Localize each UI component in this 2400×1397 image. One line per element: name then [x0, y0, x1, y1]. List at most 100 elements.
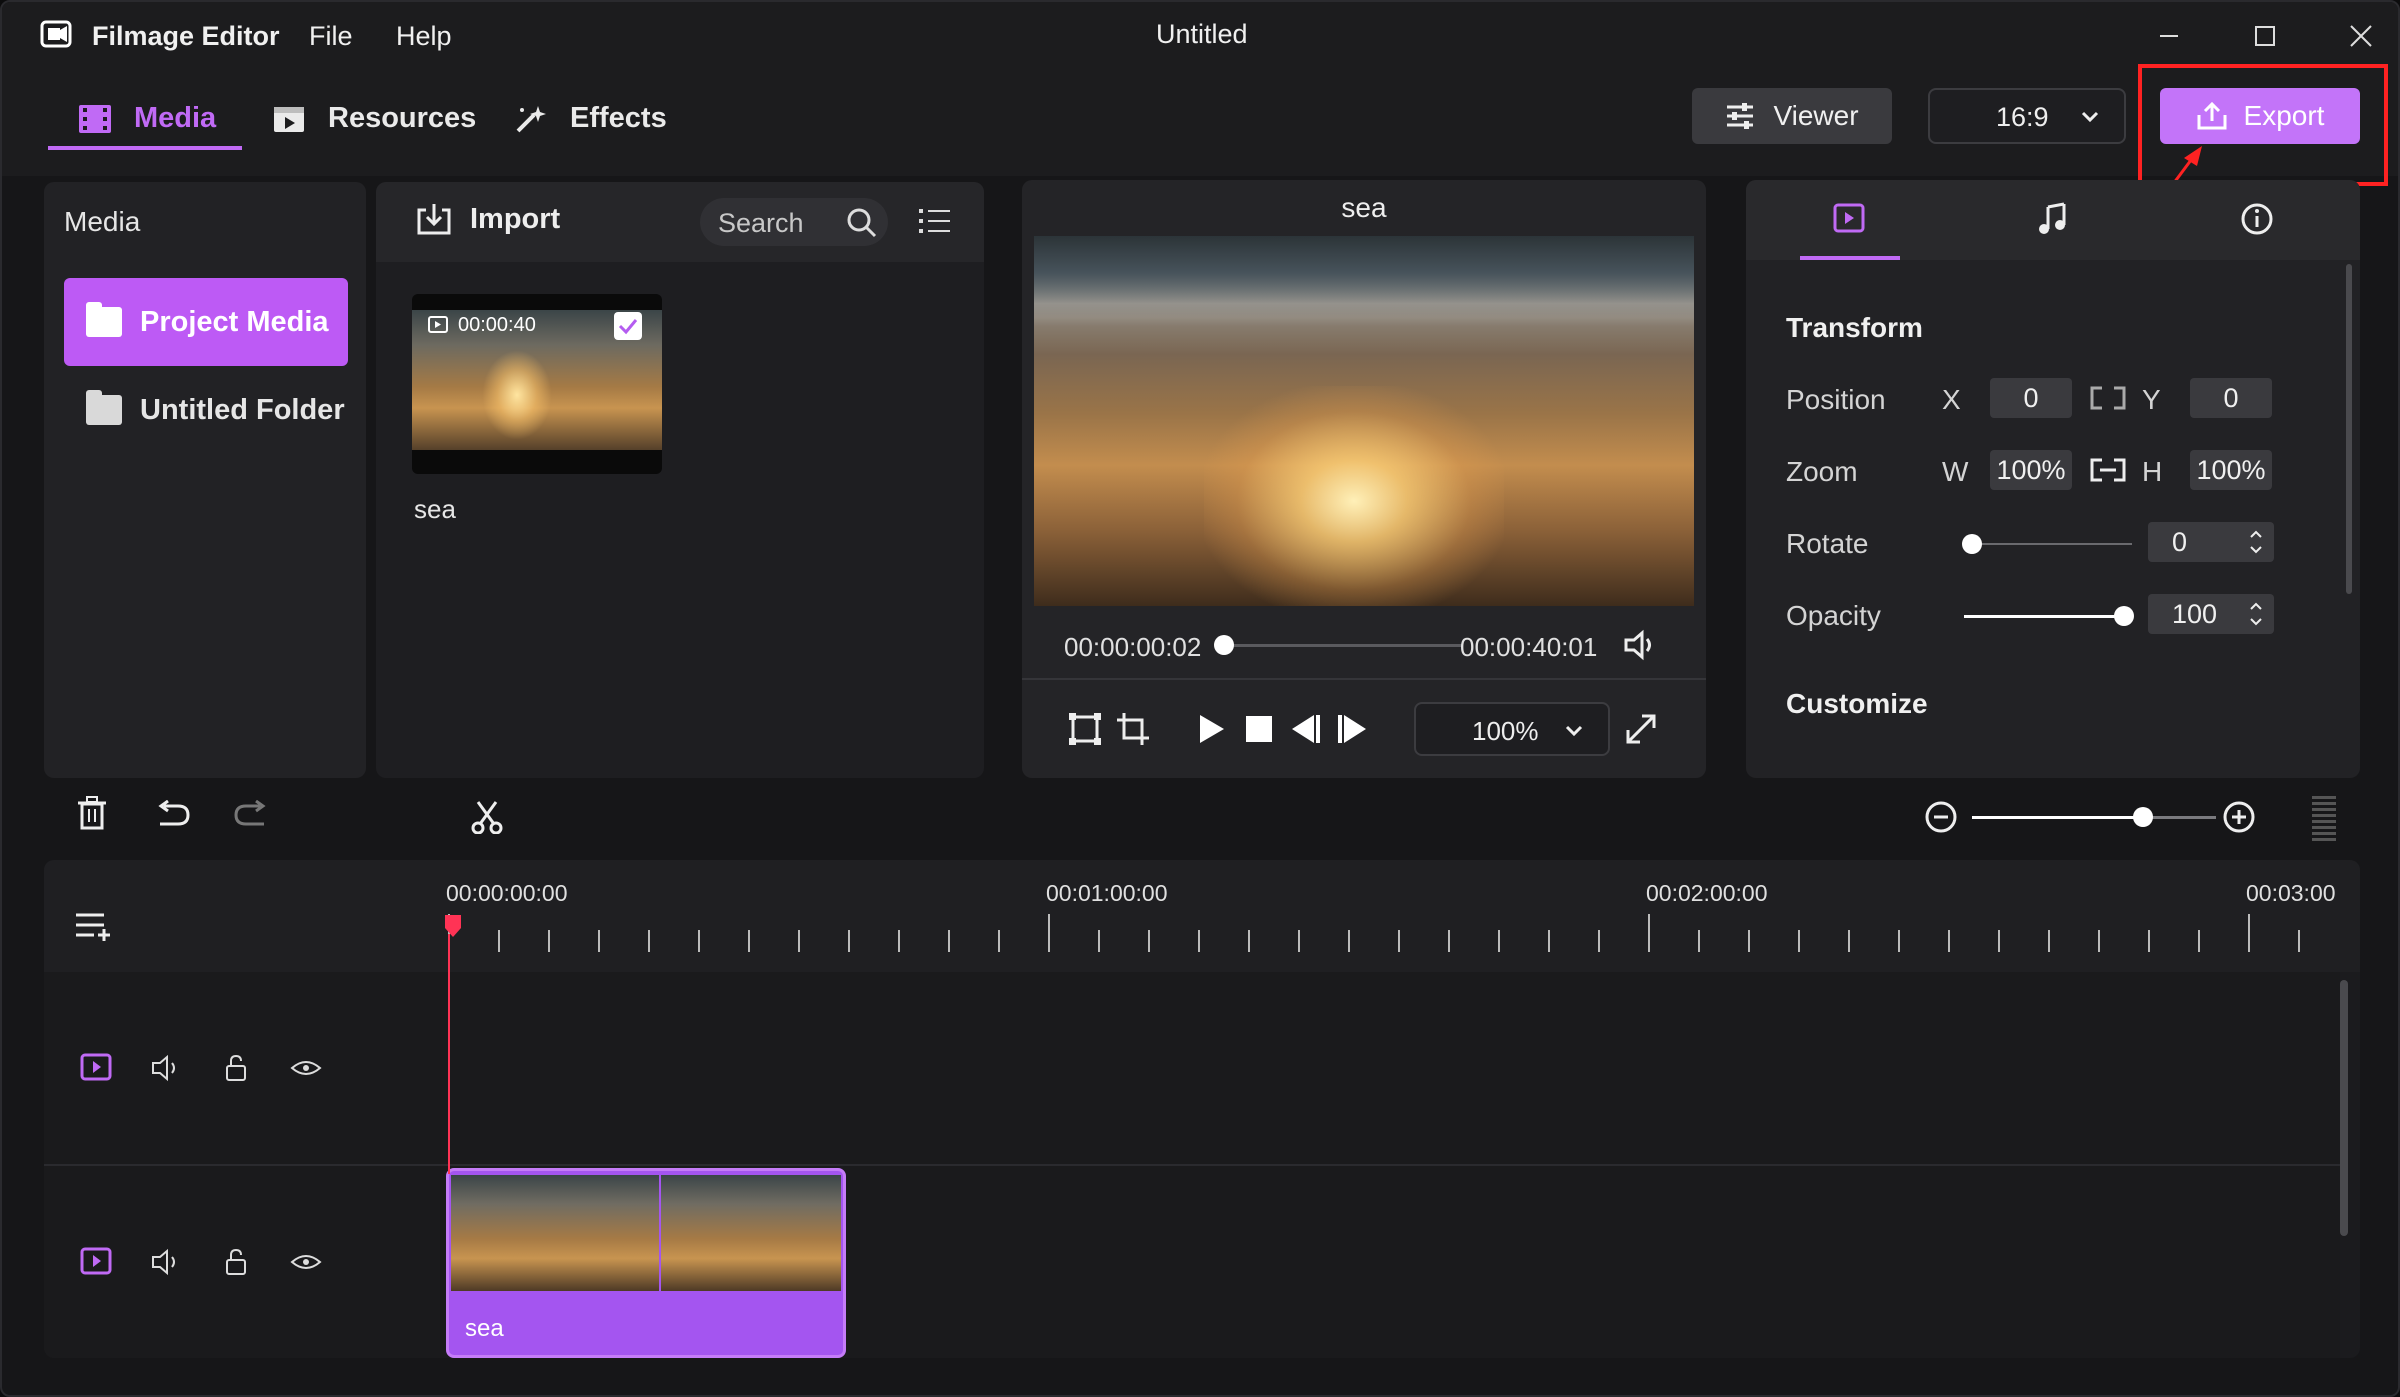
audio-toggle-icon[interactable] — [150, 1052, 182, 1084]
aspect-ratio-select[interactable]: 16:9 — [1928, 88, 2126, 144]
rotate-slider-knob[interactable] — [1962, 534, 1982, 554]
opacity-value: 100 — [2172, 598, 2218, 629]
previous-frame-icon[interactable] — [1288, 712, 1322, 746]
ruler-tick — [548, 930, 550, 952]
timeline-panel: 00:00:00:00 00:01:00:00 00:02:00:00 00:0… — [44, 860, 2360, 1358]
zoom-in-icon[interactable] — [2222, 800, 2256, 834]
tab-media[interactable]: Media — [78, 102, 216, 135]
opacity-input[interactable]: 100 — [2148, 594, 2274, 634]
lock-icon[interactable] — [220, 1246, 252, 1278]
video-properties-tab-icon[interactable] — [1832, 202, 1866, 234]
sidebar-item-untitled-folder[interactable]: Untitled Folder — [64, 366, 348, 454]
sidebar-title: Media — [64, 206, 141, 237]
info-icon[interactable] — [2240, 202, 2274, 236]
preview-zoom-select[interactable]: 100% — [1414, 702, 1610, 756]
ruler-tick — [948, 930, 950, 952]
scissors-icon[interactable] — [470, 800, 504, 834]
zoom-w-input[interactable]: 100% — [1990, 450, 2072, 490]
play-icon[interactable] — [1194, 712, 1228, 746]
delete-icon[interactable] — [76, 796, 108, 830]
volume-icon[interactable] — [1622, 628, 1658, 662]
sidebar-item-label: Project Media — [140, 305, 329, 338]
resize-grip-icon[interactable] — [2312, 796, 2336, 842]
minimize-icon — [2160, 35, 2178, 37]
timeline-scrollbar[interactable] — [2340, 980, 2348, 1236]
current-time: 00:00:00:02 — [1064, 632, 1202, 662]
timeline-zoom-slider[interactable] — [1972, 807, 2216, 827]
maximize-button[interactable] — [2234, 16, 2294, 56]
rotate-slider[interactable] — [1962, 534, 2132, 554]
redo-icon[interactable] — [234, 800, 270, 828]
film-icon — [79, 104, 111, 133]
timeline-ruler[interactable] — [44, 912, 2360, 952]
tab-effects[interactable]: Effects — [514, 102, 667, 135]
preview-video[interactable] — [1034, 236, 1694, 606]
stop-icon[interactable] — [1244, 714, 1274, 744]
app-logo-icon — [40, 20, 72, 48]
selected-checkbox[interactable] — [614, 312, 642, 340]
ruler-tick — [898, 930, 900, 952]
ruler-tick — [598, 930, 600, 952]
ruler-tick — [1548, 930, 1550, 952]
position-y-label: Y — [2142, 384, 2161, 415]
audio-toggle-icon[interactable] — [150, 1246, 182, 1278]
video-track-icon[interactable] — [80, 1246, 112, 1278]
crop-icon[interactable] — [1116, 712, 1150, 746]
ruler-tick — [1098, 930, 1100, 952]
eye-icon[interactable] — [290, 1052, 322, 1084]
music-note-icon[interactable] — [2036, 202, 2070, 236]
transform-heading: Transform — [1786, 312, 1923, 343]
fullscreen-icon[interactable] — [1624, 712, 1658, 746]
search-input[interactable]: Search — [700, 198, 888, 246]
stepper-icon[interactable] — [2248, 598, 2264, 630]
search-icon — [847, 208, 877, 238]
position-label: Position — [1786, 384, 1886, 415]
timeline-zoom-knob[interactable] — [2132, 807, 2153, 827]
position-y-input[interactable]: 0 — [2190, 378, 2272, 418]
opacity-label: Opacity — [1786, 600, 1881, 631]
video-track-icon[interactable] — [80, 1052, 112, 1084]
menu-file[interactable]: File — [309, 21, 353, 52]
ruler-tick — [1648, 914, 1650, 952]
ruler-tick — [748, 930, 750, 952]
link-icon[interactable] — [2090, 458, 2126, 482]
viewer-button[interactable]: Viewer — [1692, 88, 1892, 144]
eye-icon[interactable] — [290, 1246, 322, 1278]
opacity-slider-knob[interactable] — [2114, 606, 2134, 626]
ruler-tick — [698, 930, 700, 952]
unlink-icon[interactable] — [2090, 386, 2126, 410]
list-view-icon[interactable] — [918, 206, 952, 236]
rotate-input[interactable]: 0 — [2148, 522, 2274, 562]
properties-panel: Transform Position X 0 Y 0 Zoom W 100% H… — [1746, 180, 2360, 778]
stepper-icon[interactable] — [2248, 526, 2264, 558]
opacity-slider[interactable] — [1964, 606, 2134, 626]
zoom-out-icon[interactable] — [1924, 800, 1958, 834]
ruler-tick — [1498, 930, 1500, 952]
ruler-tick — [2248, 914, 2250, 952]
media-thumbnail[interactable]: 00:00:40 — [412, 294, 662, 474]
fit-screen-icon[interactable] — [1068, 712, 1102, 746]
rotate-label: Rotate — [1786, 528, 1869, 559]
position-x-input[interactable]: 0 — [1990, 378, 2072, 418]
tab-resources[interactable]: Resources — [272, 102, 476, 135]
zoom-h-input[interactable]: 100% — [2190, 450, 2272, 490]
ruler-tick — [2098, 930, 2100, 952]
clip-frame-2 — [661, 1175, 841, 1291]
timeline-clip[interactable]: sea — [446, 1168, 846, 1358]
divider — [1022, 678, 1706, 680]
properties-scrollbar[interactable] — [2346, 264, 2352, 594]
undo-icon[interactable] — [154, 800, 190, 828]
sidebar-item-project-media[interactable]: Project Media — [64, 278, 348, 366]
lock-icon[interactable] — [220, 1052, 252, 1084]
minimize-button[interactable] — [2138, 16, 2198, 56]
close-button[interactable] — [2330, 16, 2390, 56]
opacity-slider-fill — [1964, 615, 2124, 618]
playhead-handle-icon[interactable] — [444, 914, 462, 938]
scrubber-knob[interactable] — [1214, 635, 1235, 655]
preview-scrubber[interactable] — [1214, 635, 1462, 655]
tab-resources-label: Resources — [328, 102, 477, 134]
next-frame-icon[interactable] — [1336, 712, 1370, 746]
menu-help[interactable]: Help — [396, 21, 452, 52]
import-label: Import — [470, 202, 561, 235]
import-button[interactable]: Import — [416, 202, 560, 236]
